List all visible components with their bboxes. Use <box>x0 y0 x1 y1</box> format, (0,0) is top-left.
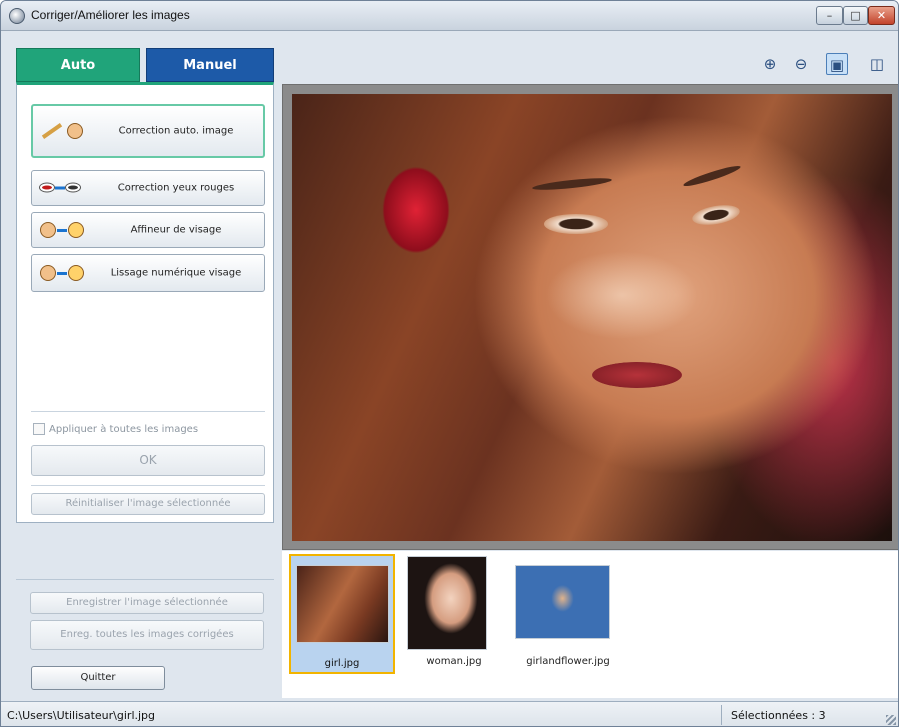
app-icon <box>9 8 25 24</box>
eye-right <box>690 201 742 229</box>
divider <box>31 485 265 486</box>
quit-button[interactable]: Quitter <box>31 666 165 690</box>
apply-all-label: Appliquer à toutes les images <box>49 424 199 435</box>
zoom-in-icon[interactable]: ⊕ <box>759 53 781 75</box>
thumbnail-label: woman.jpg <box>426 656 482 667</box>
file-path: C:\Users\Utilisateur\girl.jpg <box>7 709 156 722</box>
red-eye-icon <box>40 183 80 194</box>
flower-shape <box>374 156 458 276</box>
minimize-button[interactable]: – <box>816 6 843 25</box>
face-sharpener-button[interactable]: Affineur de visage <box>31 212 265 248</box>
thumbnail-label: girlandflower.jpg <box>526 656 610 667</box>
thumbnail-label: girl.jpg <box>324 658 360 669</box>
auto-correct-icon <box>41 123 83 139</box>
save-area: Enregistrer l'image sélectionnée Enreg. … <box>16 579 274 661</box>
thumbnail-image <box>296 565 389 643</box>
ok-button[interactable]: OK <box>31 445 265 476</box>
zoom-out-icon[interactable]: ⊖ <box>790 53 812 75</box>
face-sharpener-icon <box>40 222 84 238</box>
divider <box>31 411 265 412</box>
status-divider <box>721 705 722 725</box>
status-bar: C:\Users\Utilisateur\girl.jpg Sélectionn… <box>1 701 898 726</box>
thumbnail-image <box>407 556 487 650</box>
image-preview-area <box>282 84 898 550</box>
auto-image-correction-button[interactable]: Correction auto. image <box>31 104 265 158</box>
digital-face-smoothing-button[interactable]: Lissage numérique visage <box>31 254 265 292</box>
red-eye-correction-button[interactable]: Correction yeux rouges <box>31 170 265 206</box>
view-whole-image-icon[interactable]: ▣ <box>826 53 848 75</box>
close-button[interactable]: ✕ <box>868 6 895 25</box>
auto-tab-panel: Correction auto. image Correction yeux r… <box>16 82 274 523</box>
thumbnail-item[interactable]: girlandflower.jpg <box>515 554 621 674</box>
digital-face-smoothing-label: Lissage numérique visage <box>110 267 242 279</box>
window-title: Corriger/Améliorer les images <box>31 8 190 22</box>
apply-all-row[interactable]: Appliquer à toutes les images <box>33 423 198 435</box>
red-eye-correction-label: Correction yeux rouges <box>117 182 235 194</box>
face-sharpener-label: Affineur de visage <box>130 224 222 236</box>
maximize-button[interactable]: □ <box>843 6 868 25</box>
lips-shape <box>592 362 682 388</box>
brow-right <box>682 162 742 190</box>
save-selected-button[interactable]: Enregistrer l'image sélectionnée <box>30 592 264 614</box>
selected-count: Sélectionnées : 3 <box>731 709 826 722</box>
tab-manuel[interactable]: Manuel <box>146 48 274 82</box>
auto-image-correction-label: Correction auto. image <box>118 125 234 137</box>
brow-left <box>531 175 613 193</box>
apply-all-checkbox[interactable] <box>33 423 45 435</box>
face-smoothing-icon <box>40 265 84 281</box>
thumbnail-strip: girl.jpg woman.jpg girlandflower.jpg <box>282 551 898 698</box>
thumbnail-image <box>515 565 610 639</box>
thumbnail-item[interactable]: woman.jpg <box>401 554 507 674</box>
resize-grip-icon[interactable] <box>886 715 896 725</box>
thumbnail-item[interactable]: girl.jpg <box>289 554 395 674</box>
reset-selected-image-button[interactable]: Réinitialiser l'image sélectionnée <box>31 493 265 515</box>
tab-auto[interactable]: Auto <box>16 48 140 82</box>
left-panel: Auto Manuel Correction auto. image Corre… <box>16 48 274 523</box>
eye-left <box>544 214 608 234</box>
save-all-button[interactable]: Enreg. toutes les images corrigées <box>30 620 264 650</box>
title-bar: Corriger/Améliorer les images – □ ✕ <box>1 1 898 31</box>
preview-photo[interactable] <box>292 94 892 541</box>
compare-view-icon[interactable]: ◫ <box>866 53 888 75</box>
app-window: Corriger/Améliorer les images – □ ✕ Auto… <box>0 0 899 727</box>
